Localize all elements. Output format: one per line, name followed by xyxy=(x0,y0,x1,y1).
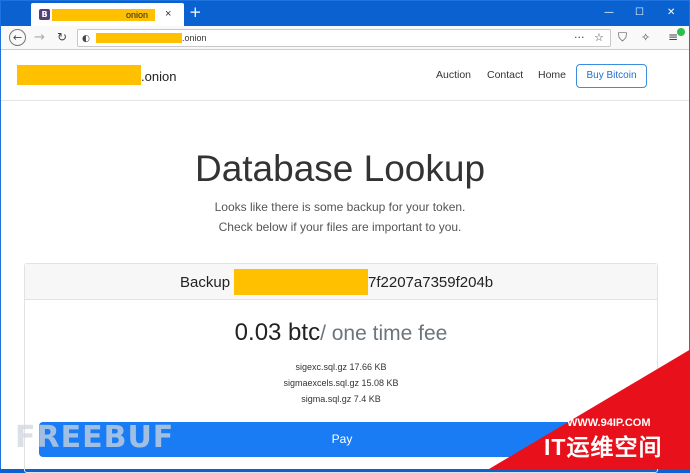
close-tab-icon[interactable]: × xyxy=(165,7,171,21)
nav-link-home[interactable]: Home xyxy=(538,68,566,82)
tab-title: onion xyxy=(126,10,149,20)
freebuf-watermark: FREEBUF xyxy=(15,420,175,455)
price-fee: / one time fee xyxy=(320,322,448,345)
buy-bitcoin-button[interactable]: Buy Bitcoin xyxy=(576,64,647,88)
backup-label: Backup xyxy=(180,274,231,291)
browser-window: B onion × + — ☐ ✕ ← → ↻ ◐ .onion ··· ☆ ⛉… xyxy=(0,0,690,473)
browser-tab[interactable]: B onion × xyxy=(31,3,184,26)
card-header: Backup 7f2207a7359f204b xyxy=(25,264,657,300)
token-hash: 7f2207a7359f204b xyxy=(368,274,494,291)
site-info-icon[interactable]: ◐ xyxy=(82,32,90,46)
redacted-token xyxy=(234,269,368,295)
close-window-icon[interactable]: ✕ xyxy=(667,7,675,19)
site-brand[interactable]: .onion xyxy=(141,69,176,85)
price: 0.03 btc/ one time fee xyxy=(25,316,657,353)
file-item: sigexc.sql.gz 17.66 KB xyxy=(295,362,387,372)
lead-text-line2: Check below if your files are important … xyxy=(218,220,462,234)
address-text: .onion xyxy=(182,33,207,43)
back-icon[interactable]: ← xyxy=(9,29,26,46)
minimize-icon[interactable]: — xyxy=(604,7,614,19)
forward-icon[interactable]: → xyxy=(34,30,45,45)
web-page: .onion Auction Contact Home Buy Bitcoin … xyxy=(1,51,689,473)
browser-toolbar: ← → ↻ ◐ .onion ··· ☆ ⛉ ✧ ≡ xyxy=(1,26,689,50)
address-bar[interactable]: ◐ .onion ··· ☆ xyxy=(77,29,611,47)
shield-icon[interactable]: ⛉ xyxy=(618,30,627,45)
redacted-brand xyxy=(17,65,141,85)
tracking-icon[interactable]: ✧ xyxy=(641,30,650,45)
bootstrap-favicon-icon: B xyxy=(39,9,50,20)
lead-text-line1: Looks like there is some backup for your… xyxy=(214,200,466,214)
corner-badge-url: WWW.94IP.COM xyxy=(567,417,651,429)
page-actions-icon[interactable]: ··· xyxy=(574,31,585,45)
price-amount: 0.03 btc xyxy=(234,319,321,346)
corner-badge-brand: IT运维空间 xyxy=(544,434,663,460)
file-item: sigma.sql.gz 7.4 KB xyxy=(301,394,381,404)
update-badge-icon xyxy=(677,28,685,36)
maximize-icon[interactable]: ☐ xyxy=(635,7,644,19)
nav-link-auction[interactable]: Auction xyxy=(436,68,471,82)
bookmark-star-icon[interactable]: ☆ xyxy=(594,31,604,45)
page-title: Database Lookup xyxy=(194,148,486,189)
redacted-address xyxy=(96,33,182,43)
reload-icon[interactable]: ↻ xyxy=(57,30,67,45)
nav-link-contact[interactable]: Contact xyxy=(487,68,523,82)
new-tab-icon[interactable]: + xyxy=(189,4,202,20)
tab-bar: B onion × + — ☐ ✕ xyxy=(1,1,689,26)
site-navbar: .onion Auction Contact Home Buy Bitcoin xyxy=(1,51,689,101)
file-item: sigmaexcels.sql.gz 15.08 KB xyxy=(283,378,399,388)
